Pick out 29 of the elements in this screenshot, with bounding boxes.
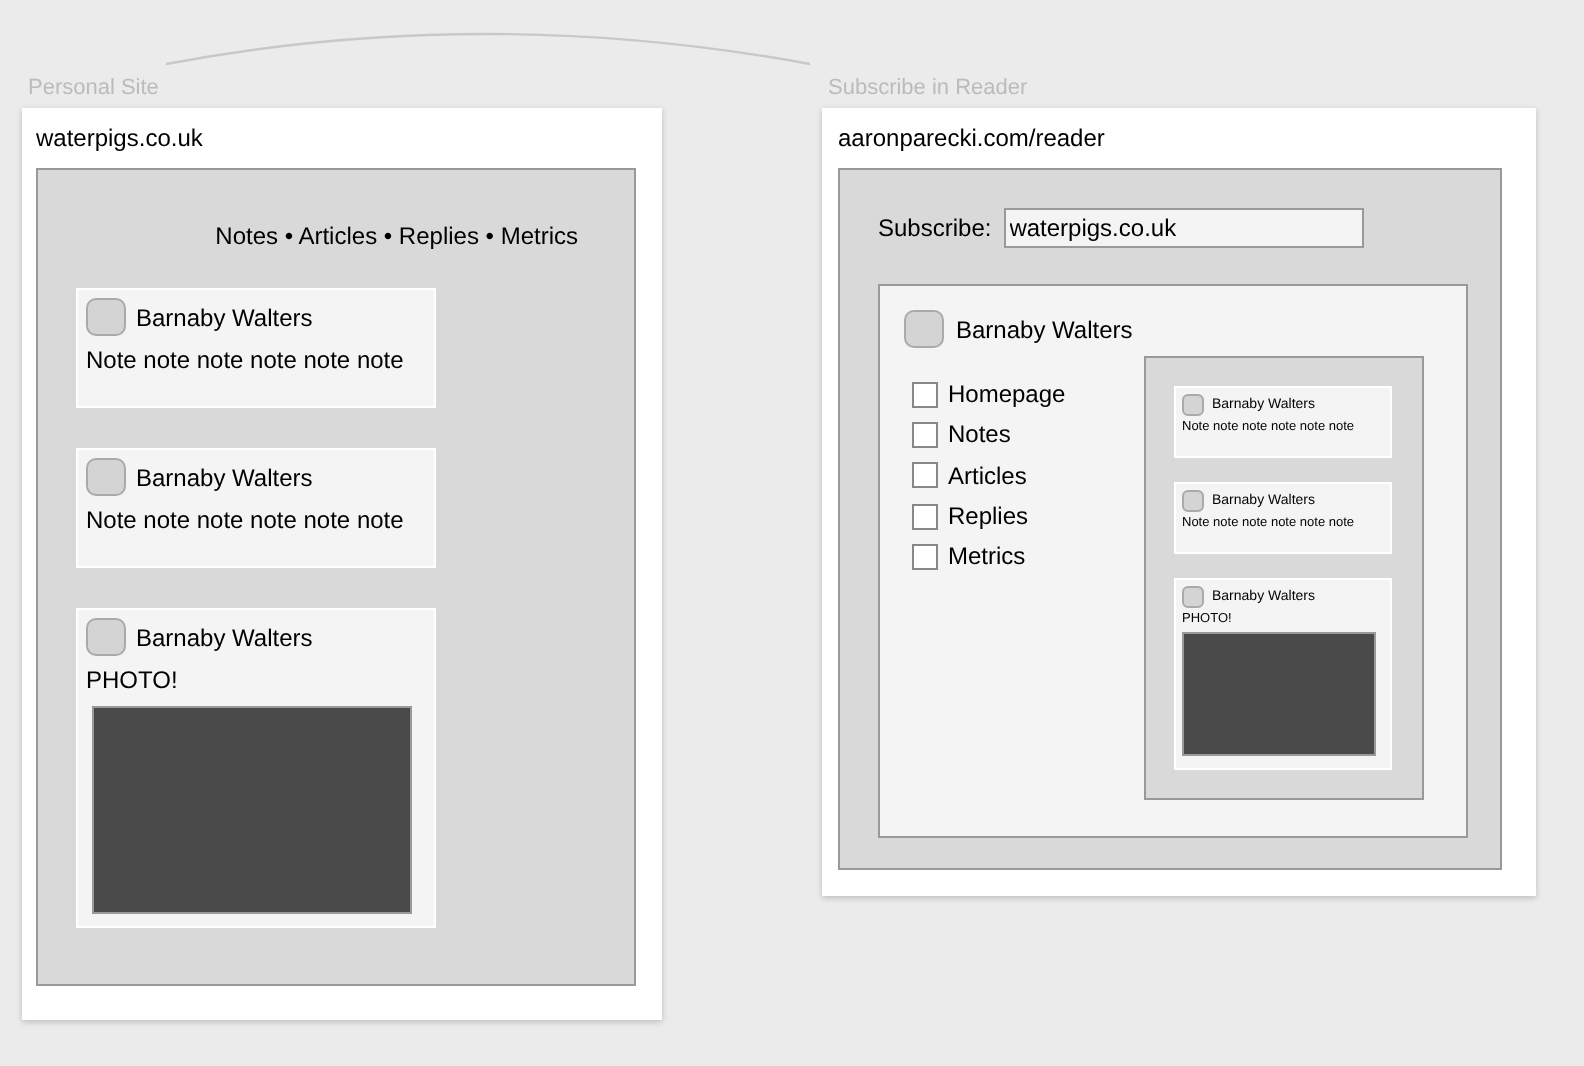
checkbox[interactable] [912, 543, 938, 570]
avatar-icon [1182, 394, 1204, 416]
checkbox-label: Notes [948, 418, 1011, 453]
checkbox-label: Homepage [948, 378, 1066, 413]
author-name: Barnaby Walters [136, 621, 313, 655]
subscribe-label: Subscribe: [878, 212, 992, 246]
site-navigation: Notes • Articles • Replies • Metrics [215, 220, 578, 254]
checkbox-label: Replies [948, 500, 1029, 535]
note-text: Note note note note note note [86, 504, 406, 538]
checkbox[interactable] [912, 503, 938, 530]
subscribe-field[interactable]: waterpigs.co.uk [1003, 208, 1364, 248]
note-text: Note note note note note note [86, 344, 406, 378]
author-name: Barnaby Walters [136, 461, 313, 495]
checkbox[interactable] [912, 462, 938, 489]
avatar-icon [86, 458, 126, 496]
avatar-icon [86, 618, 126, 656]
author-name: Barnaby Walters [956, 313, 1133, 347]
author-name: Barnaby Walters [136, 301, 313, 335]
photo-caption: PHOTO! [86, 664, 180, 698]
checkbox-label: Metrics [948, 540, 1026, 575]
checkbox-label: Articles [948, 459, 1027, 494]
checkbox[interactable] [912, 381, 938, 408]
avatar-icon [1182, 586, 1204, 608]
avatar-icon [86, 298, 126, 336]
checkbox[interactable] [912, 421, 938, 448]
avatar-icon [904, 310, 944, 348]
avatar-icon [1182, 490, 1204, 512]
site-url: waterpigs.co.uk [36, 122, 205, 156]
reader-url: aaronparecki.com/reader [838, 122, 1107, 156]
